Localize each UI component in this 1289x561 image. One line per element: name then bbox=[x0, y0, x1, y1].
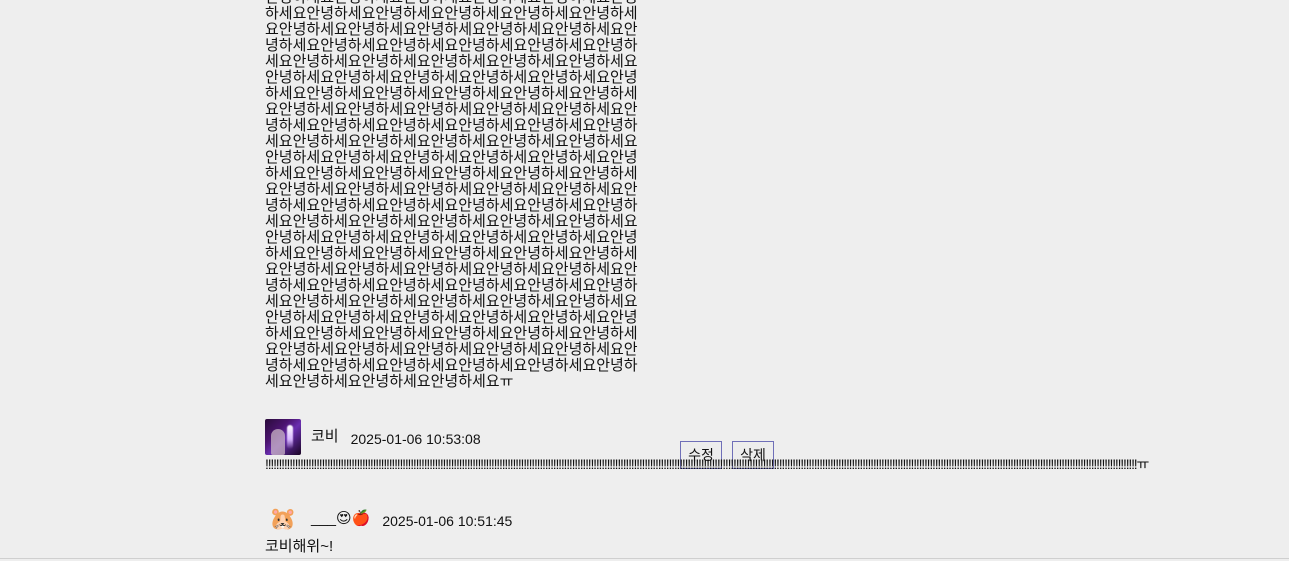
page: 안녕하세요안녕하세요안녕하세요안녕하세요안녕하세요안녕하세요안녕하세요안녕하세요… bbox=[0, 0, 1289, 561]
comment-header: 코비 2025-01-06 10:53:08 bbox=[265, 419, 481, 455]
comment-date: 2025-01-06 10:53:08 bbox=[350, 431, 481, 447]
comment-nickname: 코비 bbox=[311, 428, 339, 445]
comment-item: 🐹 ___😍🍎 2025-01-06 10:51:45 bbox=[265, 501, 512, 537]
avatar-figure bbox=[271, 429, 285, 455]
comment-body: 코비해위~! bbox=[265, 538, 334, 555]
avatar bbox=[265, 419, 301, 455]
avatar-light bbox=[287, 425, 293, 449]
comment-body: !!!!!!!!!!!!!!!!!!!!!!!!!!!!!!!!!!!!!!!!… bbox=[265, 456, 1149, 472]
comment-date: 2025-01-06 10:51:45 bbox=[382, 513, 513, 529]
hamster-icon: 🐹 bbox=[269, 506, 297, 531]
comment-header: 🐹 ___😍🍎 2025-01-06 10:51:45 bbox=[265, 501, 512, 537]
post-body: 안녕하세요안녕하세요안녕하세요안녕하세요안녕하세요안녕하세요안녕하세요안녕하세요… bbox=[265, 0, 638, 390]
divider bbox=[0, 558, 1289, 559]
comment-item: 코비 2025-01-06 10:53:08 bbox=[265, 419, 481, 455]
comment-nickname: ___😍🍎 bbox=[311, 510, 371, 527]
